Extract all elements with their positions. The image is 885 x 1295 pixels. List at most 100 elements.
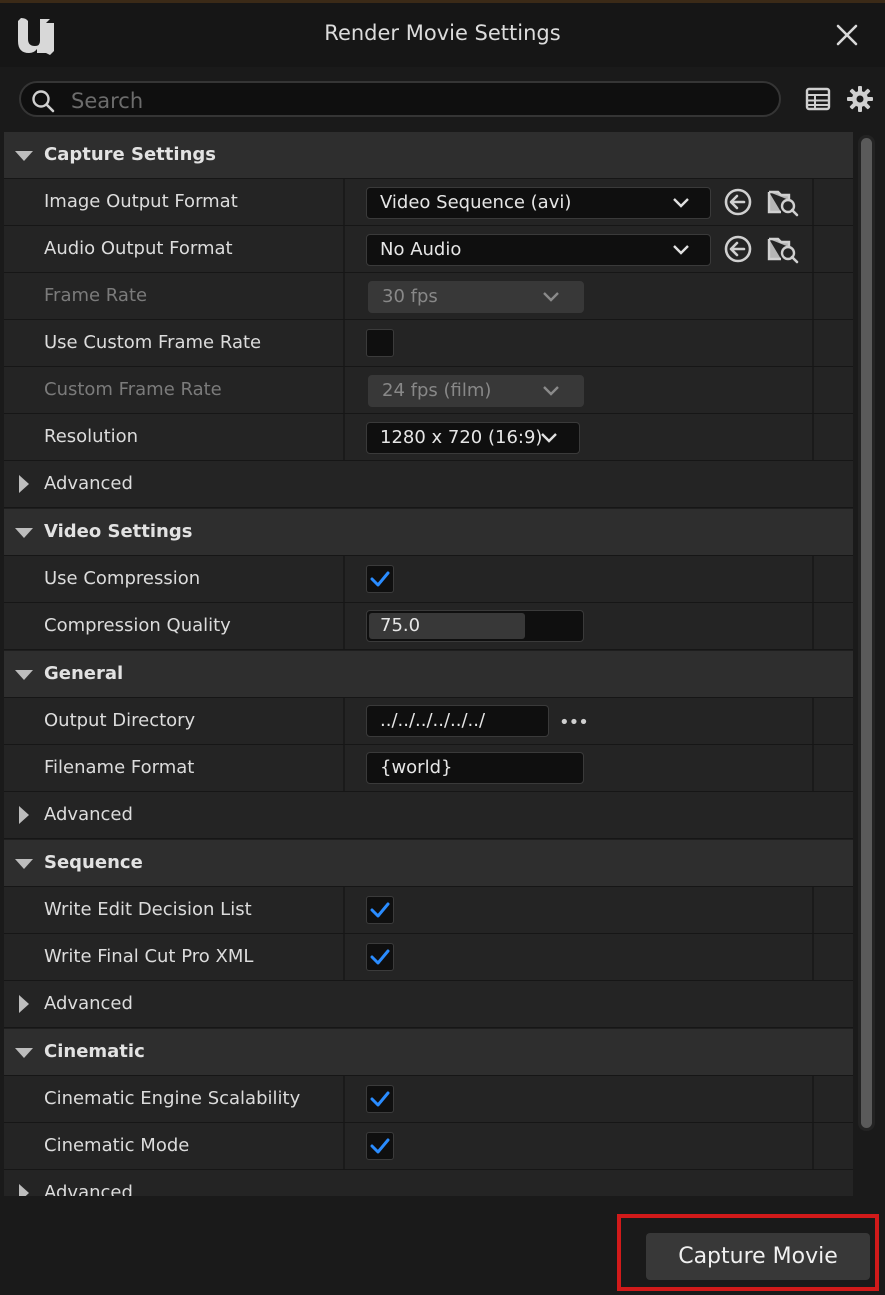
search-input[interactable] [69,87,773,115]
property-row-cinematic-mode: Cinematic Mode [4,1123,853,1170]
advanced-label: Advanced [44,473,133,494]
advanced-label: Advanced [44,993,133,1014]
advanced-label: Advanced [44,1182,133,1196]
more-options-icon[interactable]: ••• [559,712,589,733]
use-compression-checkbox[interactable] [366,565,394,593]
property-label: Audio Output Format [44,238,233,259]
property-label: Cinematic Mode [44,1135,190,1156]
expand-arrow-icon[interactable] [19,806,29,824]
table-view-icon[interactable] [805,86,831,112]
details-panel: Capture Settings Image Output Format Vid… [4,132,853,1196]
resolution-dropdown[interactable]: 1280 x 720 (16:9) [366,422,580,454]
property-label: Write Edit Decision List [44,899,252,920]
category-title: General [44,663,124,684]
property-row-write-edl: Write Edit Decision List [4,887,853,934]
property-row-use-custom-frame-rate: Use Custom Frame Rate [4,320,853,367]
chevron-down-icon [673,198,689,208]
property-row-write-fcp-xml: Write Final Cut Pro XML [4,934,853,981]
capture-movie-button[interactable]: Capture Movie [646,1233,870,1280]
checkmark-icon [370,1138,390,1154]
property-row-resolution: Resolution 1280 x 720 (16:9) [4,414,853,461]
advanced-group-cinematic[interactable]: Advanced [4,1170,853,1196]
dropdown-value: 24 fps (film) [382,380,492,401]
property-row-image-output-format: Image Output Format Video Sequence (avi) [4,179,853,226]
property-row-use-compression: Use Compression [4,556,853,603]
title-bar: Render Movie Settings [0,3,885,67]
property-row-custom-frame-rate: Custom Frame Rate 24 fps (film) [4,367,853,414]
chevron-down-icon [541,433,557,443]
property-label: Filename Format [44,757,195,778]
category-title: Cinematic [44,1041,145,1062]
expand-arrow-icon[interactable] [15,859,33,869]
category-video-settings[interactable]: Video Settings [4,509,853,556]
checkmark-icon [370,1091,390,1107]
search-icon [32,90,55,113]
property-label: Image Output Format [44,191,238,212]
property-label: Cinematic Engine Scalability [44,1088,301,1109]
advanced-group-capture[interactable]: Advanced [4,461,853,508]
filename-format-field[interactable]: {world} [366,752,584,784]
category-title: Video Settings [44,521,193,542]
chevron-down-icon [543,386,559,396]
expand-arrow-icon[interactable] [15,151,33,161]
scrollbar-thumb[interactable] [861,138,872,1128]
expand-arrow-icon[interactable] [15,528,33,538]
frame-rate-dropdown: 30 fps [368,281,584,313]
reset-to-default-icon[interactable] [722,233,754,265]
use-custom-frame-rate-checkbox[interactable] [366,329,394,357]
property-row-audio-output-format: Audio Output Format No Audio [4,226,853,273]
window-title: Render Movie Settings [324,21,561,45]
checkmark-icon [370,571,390,587]
dropdown-value: Video Sequence (avi) [380,192,572,213]
expand-arrow-icon[interactable] [15,1048,33,1058]
category-capture-settings[interactable]: Capture Settings [4,132,853,179]
cinematic-engine-scalability-checkbox[interactable] [366,1085,394,1113]
close-icon[interactable] [835,23,859,47]
cinematic-mode-checkbox[interactable] [366,1132,394,1160]
dropdown-value: 1280 x 720 (16:9) [380,427,543,448]
search-row [0,67,885,132]
property-row-output-directory: Output Directory ../../../../../../ ••• [4,698,853,745]
property-label: Resolution [44,426,139,447]
property-row-compression-quality: Compression Quality 75.0 [4,603,853,650]
property-label: Custom Frame Rate [44,379,222,400]
advanced-group-sequence[interactable]: Advanced [4,981,853,1028]
expand-arrow-icon[interactable] [19,1184,29,1196]
category-general[interactable]: General [4,651,853,698]
audio-output-format-dropdown[interactable]: No Audio [366,234,711,266]
search-box[interactable] [19,81,781,117]
category-cinematic[interactable]: Cinematic [4,1029,853,1076]
write-edl-checkbox[interactable] [366,896,394,924]
dropdown-value: No Audio [380,239,462,260]
property-label: Write Final Cut Pro XML [44,946,254,967]
property-label: Frame Rate [44,285,148,306]
compression-quality-slider[interactable]: 75.0 [366,610,584,642]
output-directory-field[interactable]: ../../../../../../ [366,705,549,737]
category-sequence[interactable]: Sequence [4,840,853,887]
property-row-frame-rate: Frame Rate 30 fps [4,273,853,320]
dropdown-value: 30 fps [382,286,438,307]
browse-folder-icon[interactable] [767,233,799,265]
property-row-cinematic-engine-scalability: Cinematic Engine Scalability [4,1076,853,1123]
advanced-group-general[interactable]: Advanced [4,792,853,839]
image-output-format-dropdown[interactable]: Video Sequence (avi) [366,187,711,219]
browse-folder-icon[interactable] [767,186,799,218]
category-title: Sequence [44,852,143,873]
gear-icon[interactable] [846,85,874,113]
custom-frame-rate-dropdown: 24 fps (film) [368,375,584,407]
chevron-down-icon [673,245,689,255]
expand-arrow-icon[interactable] [15,670,33,680]
advanced-label: Advanced [44,804,133,825]
field-value: {world} [380,757,453,778]
property-label: Compression Quality [44,615,231,636]
reset-to-default-icon[interactable] [722,186,754,218]
field-value: ../../../../../../ [380,710,486,731]
expand-arrow-icon[interactable] [19,475,29,493]
property-label: Use Compression [44,568,201,589]
chevron-down-icon [543,292,559,302]
category-title: Capture Settings [44,144,216,165]
expand-arrow-icon[interactable] [19,995,29,1013]
write-fcp-xml-checkbox[interactable] [366,943,394,971]
property-label: Use Custom Frame Rate [44,332,262,353]
checkmark-icon [370,902,390,918]
